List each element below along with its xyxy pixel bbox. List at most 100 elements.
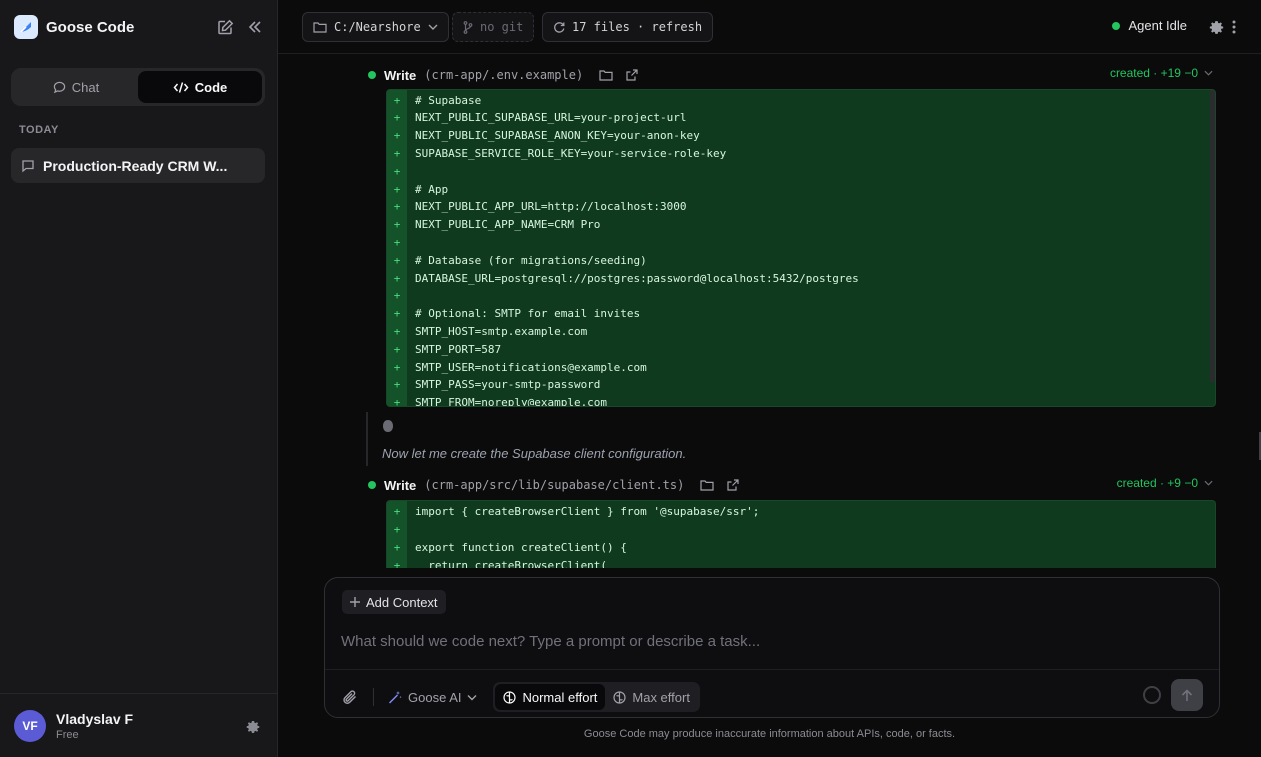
normal-effort-button[interactable]: Normal effort: [495, 684, 606, 710]
diff-plus-marker: +: [393, 146, 401, 160]
avatar[interactable]: VF: [14, 709, 46, 742]
diff-line: +: [387, 233, 415, 251]
diff-line: + SMTP_PORT=587: [387, 340, 501, 358]
write-status-2[interactable]: created · +9 −0: [1117, 476, 1213, 490]
diff-line: + SMTP_FROM=noreply@example.com: [387, 394, 608, 407]
diff-plus-marker: +: [393, 396, 401, 407]
user-name: Vladyslav F: [56, 710, 134, 727]
brain-icon: [382, 419, 394, 438]
thought-rail: [366, 412, 370, 466]
refresh-icon: [554, 22, 565, 33]
chat-bubble-icon: [53, 81, 65, 93]
diff-block-2: + import { createBrowserClient } from '@s…: [386, 500, 1216, 568]
code-scrollbar[interactable]: [1210, 90, 1215, 382]
diff-line: +: [387, 162, 415, 180]
user-plan: Free: [56, 728, 79, 741]
diff-line: + # App: [387, 180, 448, 198]
tab-chat-label: Chat: [71, 79, 100, 95]
diff-line: + DATABASE_URL=postgresql://postgres:pass…: [387, 269, 859, 287]
diff-plus-marker: +: [393, 271, 401, 285]
user-panel: VF Vladyslav F Free: [0, 693, 278, 757]
diff-line: + SMTP_HOST=smtp.example.com: [387, 322, 588, 340]
files-label: 17 files · refresh: [572, 20, 703, 34]
max-effort-button[interactable]: Max effort: [605, 684, 698, 710]
settings-gear-icon[interactable]: [244, 718, 262, 736]
open-folder-icon[interactable]: [698, 476, 716, 494]
diff-line: + # Supabase: [387, 91, 482, 109]
send-button[interactable]: [1171, 679, 1203, 711]
new-chat-icon[interactable]: [216, 18, 234, 36]
diff-line-text: # App: [415, 182, 449, 196]
diff-line: + SUPABASE_SERVICE_ROLE_KEY=your-service-…: [387, 144, 727, 162]
diff-line-text: SMTP_FROM=noreply@example.com: [415, 396, 608, 407]
magic-wand-icon: [389, 691, 402, 704]
conversation-item[interactable]: Production-Ready CRM W...: [11, 148, 265, 183]
diff-line-text: NEXT_PUBLIC_APP_NAME=CRM Pro: [415, 218, 601, 232]
context-usage-ring-icon: [1143, 686, 1161, 704]
diff-line-text: return createBrowserClient(: [415, 558, 608, 569]
diff-line: + return createBrowserClient(: [387, 556, 608, 569]
diff-plus-marker: +: [393, 558, 401, 569]
write-path: (crm-app/src/lib/supabase/client.ts): [424, 478, 685, 492]
diff-plus-marker: +: [393, 324, 401, 338]
tab-code-label: Code: [194, 79, 228, 95]
diff-line-text: NEXT_PUBLIC_SUPABASE_ANON_KEY=your-anon-…: [415, 129, 700, 143]
diff-line: +: [387, 520, 415, 538]
diff-line-text: SMTP_USER=notifications@example.com: [415, 360, 647, 374]
external-link-icon[interactable]: [724, 476, 742, 494]
diff-plus-marker: +: [393, 360, 401, 374]
chevron-down-icon: [1204, 70, 1213, 76]
external-link-icon[interactable]: [623, 66, 641, 84]
diff-line: + NEXT_PUBLIC_SUPABASE_ANON_KEY=your-anon…: [387, 127, 700, 145]
write-status-dot-icon: [368, 481, 376, 489]
diff-plus-marker: +: [393, 164, 401, 178]
diff-line-text: NEXT_PUBLIC_SUPABASE_URL=your-project-ur…: [415, 111, 687, 125]
diff-plus-marker: +: [393, 111, 401, 125]
composer-divider: [325, 669, 1219, 670]
diff-line: + # Database (for migrations/seeding): [387, 251, 647, 269]
more-vertical-icon[interactable]: [1225, 18, 1243, 36]
diff-line: + SMTP_USER=notifications@example.com: [387, 358, 647, 376]
diff-plus-marker: +: [393, 253, 401, 267]
files-refresh-button[interactable]: 17 files · refresh: [542, 12, 714, 42]
diff-line-text: DATABASE_URL=postgresql://postgres:passw…: [415, 271, 859, 285]
model-selector[interactable]: Goose AI: [388, 690, 477, 705]
tab-chat[interactable]: Chat: [14, 71, 138, 103]
normal-effort-label: Normal effort: [522, 689, 598, 705]
diff-line: + import { createBrowserClient } from '@s…: [387, 502, 760, 520]
git-status[interactable]: no git: [452, 12, 535, 42]
folder-selector[interactable]: C:/Nearshore: [302, 12, 449, 42]
attach-paperclip-icon[interactable]: [341, 688, 359, 706]
open-folder-icon[interactable]: [597, 66, 615, 84]
diff-plus-marker: +: [393, 378, 401, 392]
write-label: Write: [384, 67, 417, 83]
sidebar-header: Goose Code: [14, 14, 264, 40]
diff-plus-marker: +: [393, 200, 401, 214]
chevron-down-icon: [467, 694, 477, 700]
agent-status-label: Agent Idle: [1128, 18, 1187, 33]
diff-plus-marker: +: [393, 504, 401, 518]
tab-code[interactable]: Code: [138, 71, 262, 103]
prompt-input[interactable]: [341, 630, 1201, 652]
mode-switch: Chat Code: [11, 68, 265, 106]
write-status-1[interactable]: created · +19 −0: [1110, 66, 1213, 80]
diff-block-1: + # Supabase + NEXT_PUBLIC_SUPABASE_URL=you…: [386, 89, 1216, 407]
diff-plus-marker: +: [393, 218, 401, 232]
diff-plus-marker: +: [393, 540, 401, 554]
diff-line: + # Optional: SMTP for email invites: [387, 305, 640, 323]
add-context-button[interactable]: Add Context: [342, 590, 446, 614]
app-title: Goose Code: [46, 18, 135, 36]
collapse-sidebar-icon[interactable]: [246, 18, 264, 36]
write-status-label: created · +19 −0: [1109, 66, 1198, 80]
diff-line: + SMTP_PASS=your-smtp-password: [387, 376, 601, 394]
settings-icon[interactable]: [1207, 18, 1225, 36]
diff-plus-marker: +: [393, 129, 401, 143]
write-path: (crm-app/.env.example): [424, 68, 584, 82]
brain-icon: [503, 690, 517, 704]
diff-plus-marker: +: [393, 307, 401, 321]
diff-line-text: # Database (for migrations/seeding): [415, 253, 647, 267]
diff-line-text: SMTP_PORT=587: [415, 342, 502, 356]
diff-plus-marker: +: [393, 289, 401, 303]
diff-plus-marker: +: [393, 93, 401, 107]
write-status-dot-icon: [368, 71, 376, 79]
